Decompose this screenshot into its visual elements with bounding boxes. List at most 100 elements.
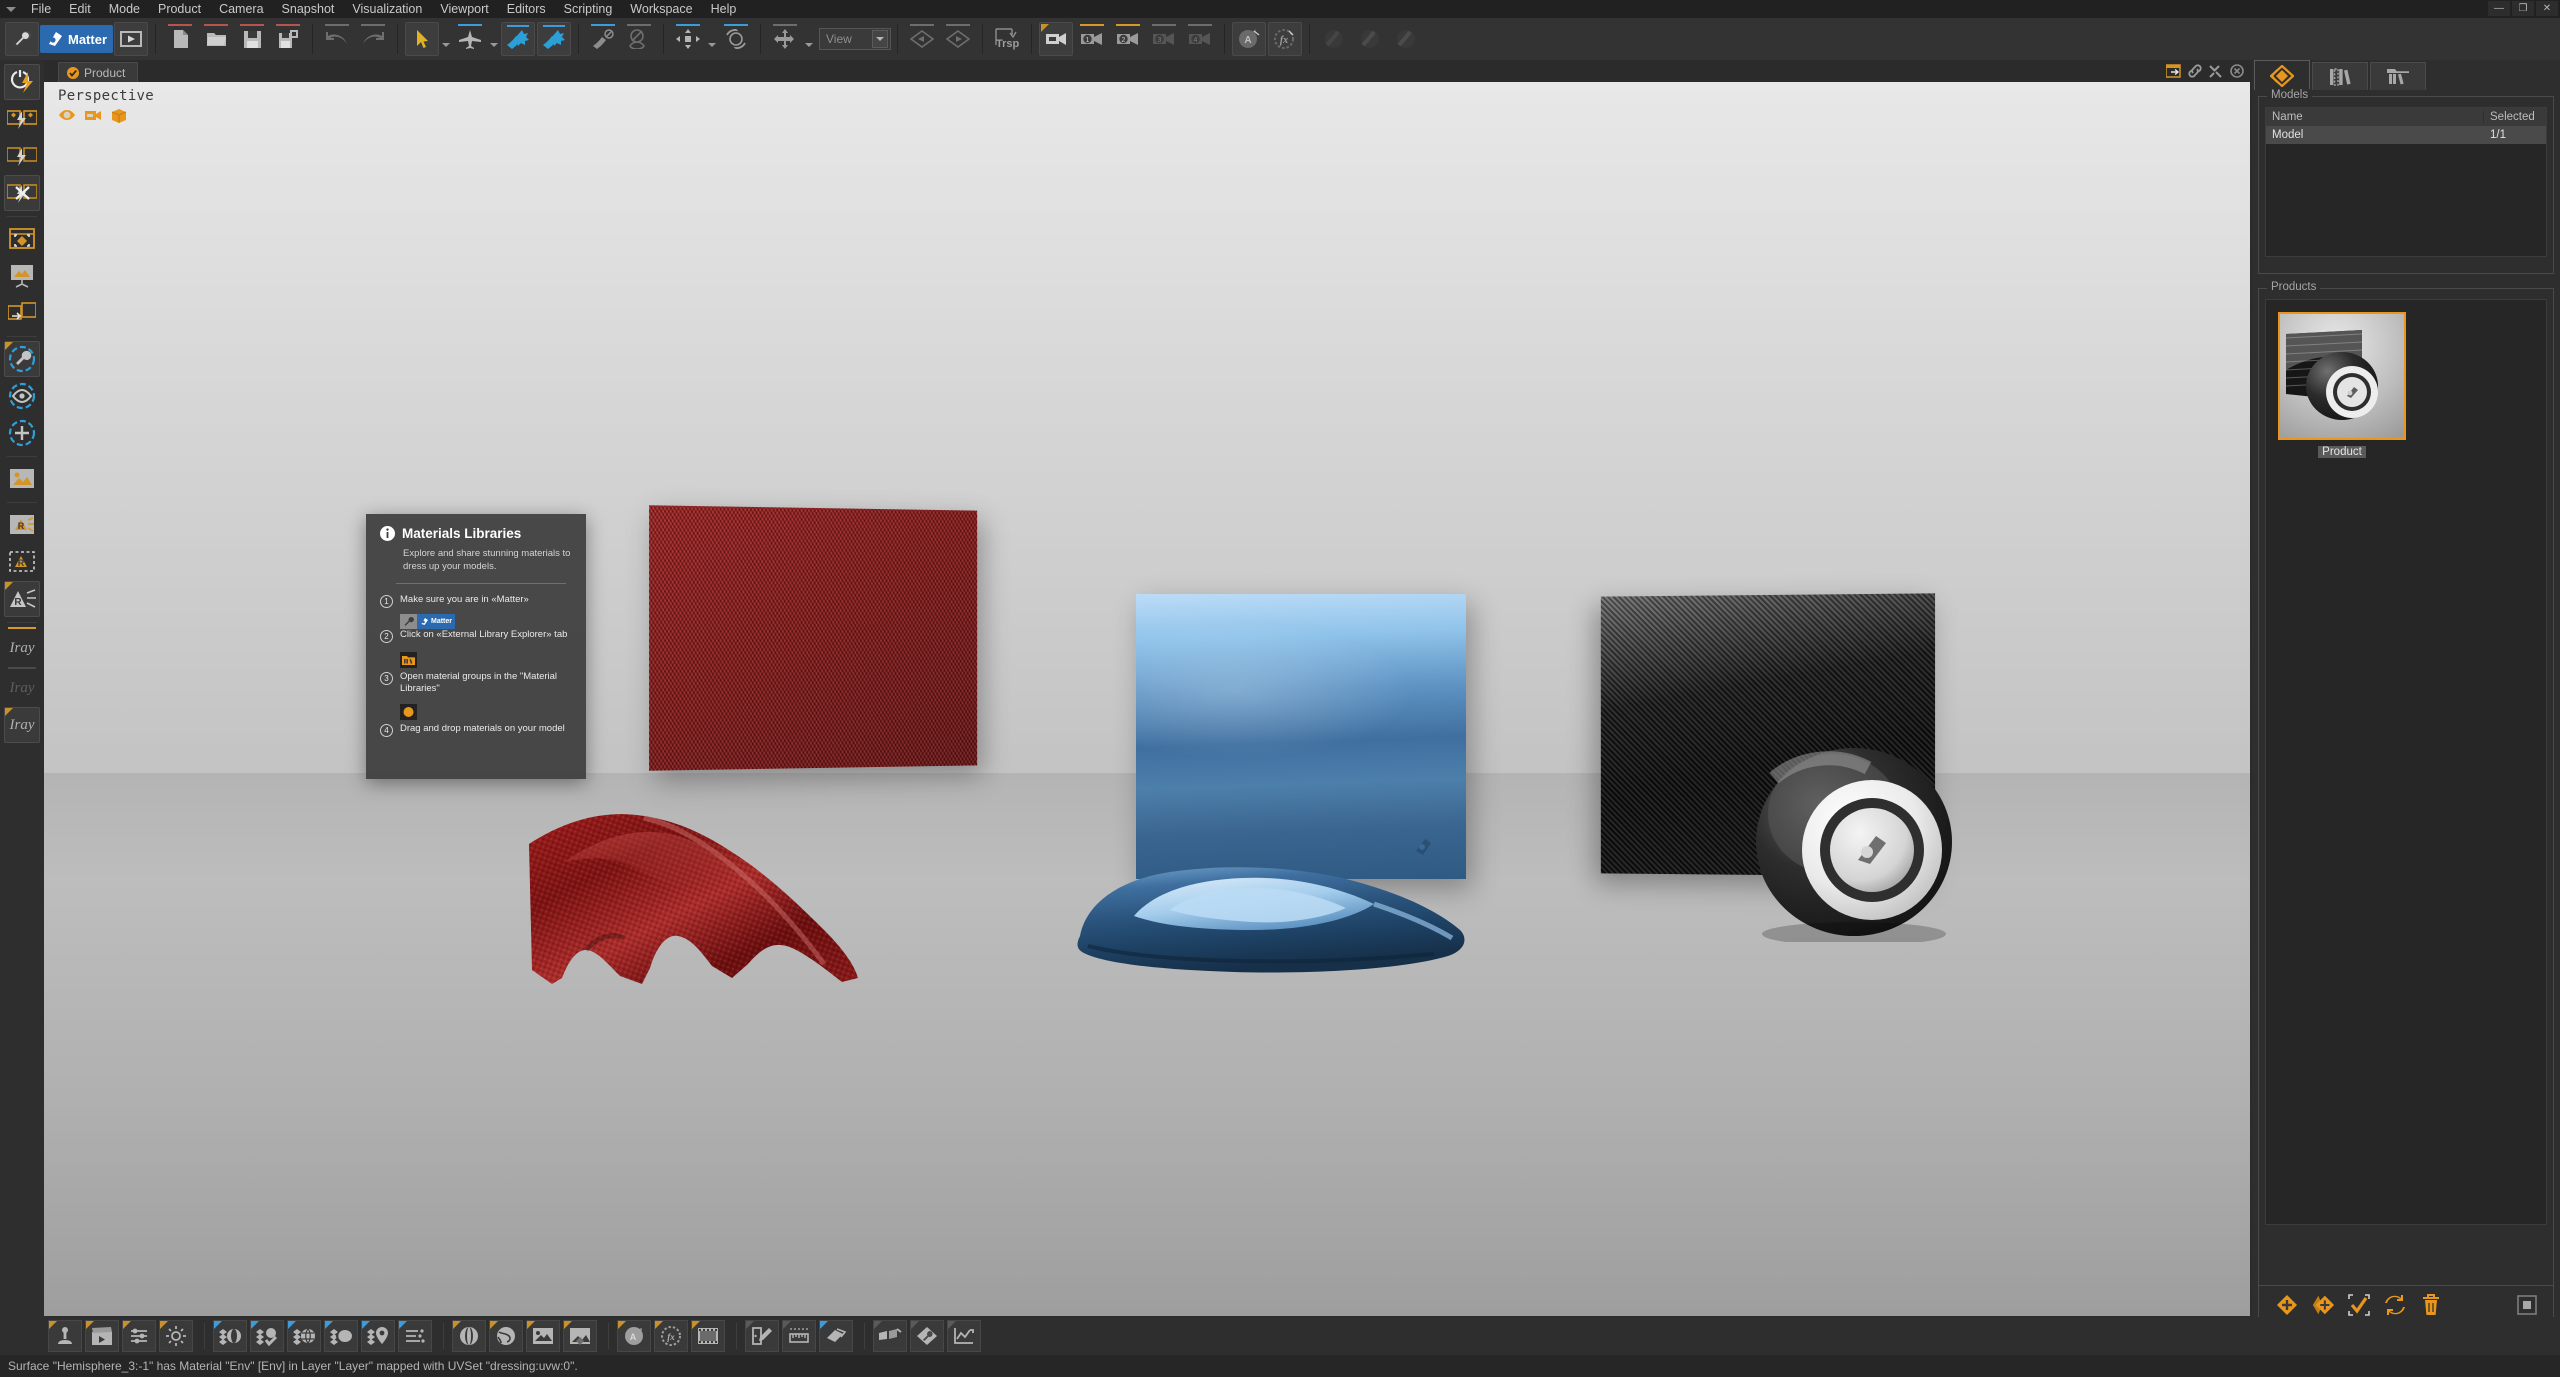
undo-button[interactable] xyxy=(320,22,354,56)
restore-button[interactable]: ❐ xyxy=(2512,1,2534,16)
menu-item-visualization[interactable]: Visualization xyxy=(343,0,431,18)
animation-button[interactable] xyxy=(85,1320,119,1352)
graph-button[interactable] xyxy=(947,1320,981,1352)
sphere-wheel-object[interactable] xyxy=(1734,742,1984,942)
render-image-button[interactable]: R xyxy=(4,507,40,543)
settings-wrench-button[interactable] xyxy=(5,22,39,56)
diamond-next-button[interactable] xyxy=(941,22,975,56)
pan-view-button[interactable] xyxy=(768,22,802,56)
menu-item-mode[interactable]: Mode xyxy=(100,0,149,18)
layers-sphere-button[interactable] xyxy=(213,1320,247,1352)
move-dropdown[interactable] xyxy=(706,22,718,56)
layers-check-button[interactable] xyxy=(250,1320,284,1352)
pan-dropdown[interactable] xyxy=(803,22,815,56)
apply-material-alt-button[interactable]: ♪ xyxy=(537,22,571,56)
image-button[interactable] xyxy=(4,461,40,497)
render-quality-button[interactable]: R xyxy=(4,581,40,617)
environment-globe-button[interactable] xyxy=(489,1320,523,1352)
measure-ruler-button[interactable] xyxy=(782,1320,816,1352)
close-button[interactable]: ✕ xyxy=(2536,1,2558,16)
iray-settings-button[interactable]: Iray xyxy=(4,707,40,743)
select-tool-dropdown[interactable] xyxy=(440,22,452,56)
camera-1-button[interactable]: 1 xyxy=(1075,22,1109,56)
brush-disabled-1-button[interactable] xyxy=(1317,22,1351,56)
matter-mode-button[interactable]: Matter xyxy=(40,25,113,53)
menu-item-editors[interactable]: Editors xyxy=(498,0,555,18)
settings-sliders-button[interactable] xyxy=(122,1320,156,1352)
annotation-pen-button[interactable] xyxy=(745,1320,779,1352)
tab-library-explorer[interactable] xyxy=(2312,62,2368,90)
table-row[interactable]: Model 1/1 xyxy=(2266,126,2546,144)
unfold-button[interactable] xyxy=(819,1320,853,1352)
menu-item-viewport[interactable]: Viewport xyxy=(431,0,497,18)
filmstrip-button[interactable] xyxy=(691,1320,725,1352)
viewport-settings-icon[interactable] xyxy=(2207,62,2225,80)
play-button[interactable] xyxy=(114,22,148,56)
pick-material-button[interactable] xyxy=(586,22,620,56)
move-gizmo-button[interactable] xyxy=(671,22,705,56)
save-button[interactable] xyxy=(235,22,269,56)
presentation-button[interactable] xyxy=(4,258,40,294)
export-view-button[interactable] xyxy=(4,295,40,331)
view-combo[interactable]: View xyxy=(819,28,891,50)
close-viewport-icon[interactable] xyxy=(2228,62,2246,80)
save-as-button[interactable] xyxy=(271,22,305,56)
visibility-button[interactable] xyxy=(4,378,40,414)
menu-item-camera[interactable]: Camera xyxy=(210,0,272,18)
layers-pin-button[interactable] xyxy=(361,1320,395,1352)
product-thumbnail[interactable] xyxy=(2278,312,2406,440)
blue-car-form[interactable] xyxy=(1074,850,1474,975)
stop-button[interactable] xyxy=(2515,1293,2539,1317)
red-leather-swatch-plane[interactable] xyxy=(649,505,977,770)
fly-navigation-button[interactable] xyxy=(453,22,487,56)
transparency-button[interactable]: Trsp xyxy=(990,22,1024,56)
products-list[interactable]: Product xyxy=(2265,299,2547,1225)
environment-sphere-button[interactable] xyxy=(452,1320,486,1352)
iray-pause-button[interactable]: Iray xyxy=(4,670,40,706)
effects-fx-button[interactable]: fx xyxy=(654,1320,688,1352)
duplicate-product-button[interactable] xyxy=(2311,1293,2335,1317)
link-icon[interactable] xyxy=(2186,62,2204,80)
add-element-button[interactable] xyxy=(4,415,40,451)
render-window-active-button[interactable] xyxy=(4,101,40,137)
add-product-button[interactable] xyxy=(2275,1293,2299,1317)
viewport-3d[interactable]: Perspective xyxy=(44,82,2250,1316)
layers-shape-button[interactable] xyxy=(324,1320,358,1352)
render-stop-button[interactable] xyxy=(4,175,40,211)
menu-item-help[interactable]: Help xyxy=(702,0,746,18)
camera-3-button[interactable]: 3 xyxy=(1147,22,1181,56)
manipulator-button[interactable] xyxy=(48,1320,82,1352)
brush-disabled-3-button[interactable] xyxy=(1389,22,1423,56)
render-region-button[interactable]: R xyxy=(4,544,40,580)
detach-viewport-icon[interactable] xyxy=(2165,62,2183,80)
image-composite-button[interactable] xyxy=(563,1320,597,1352)
layers-environment-button[interactable] xyxy=(287,1320,321,1352)
menu-item-file[interactable]: File xyxy=(22,0,60,18)
diamond-prev-button[interactable] xyxy=(905,22,939,56)
new-file-button[interactable] xyxy=(163,22,197,56)
minimize-button[interactable]: — xyxy=(2488,1,2510,16)
render-power-button[interactable] xyxy=(4,64,40,100)
apply-material-button[interactable] xyxy=(501,22,535,56)
brush-disabled-2-button[interactable] xyxy=(1353,22,1387,56)
tab-external-library-explorer[interactable] xyxy=(2370,62,2426,90)
select-cursor-button[interactable] xyxy=(405,22,439,56)
viewport-tab-product[interactable]: Product xyxy=(58,62,138,82)
red-draped-cloth[interactable] xyxy=(524,772,884,987)
tool-settings-button[interactable] xyxy=(4,341,40,377)
eye-icon[interactable] xyxy=(58,108,76,124)
menu-item-snapshot[interactable]: Snapshot xyxy=(273,0,344,18)
camera-4-button[interactable]: 4 xyxy=(1183,22,1217,56)
materials-libraries-tip-overlay[interactable]: Materials Libraries Explore and share st… xyxy=(366,514,586,779)
menu-item-workspace[interactable]: Workspace xyxy=(621,0,701,18)
wrench-diamond-button[interactable] xyxy=(910,1320,944,1352)
stereo-glasses-button[interactable] xyxy=(873,1320,907,1352)
lighting-button[interactable] xyxy=(159,1320,193,1352)
models-list[interactable]: Name Selected Model 1/1 xyxy=(2265,107,2547,257)
iray-start-button[interactable]: Iray xyxy=(4,630,40,666)
rotate-environment-button[interactable] xyxy=(719,22,753,56)
center-view-button[interactable] xyxy=(4,221,40,257)
menu-item-scripting[interactable]: Scripting xyxy=(555,0,622,18)
render-window-button[interactable] xyxy=(4,138,40,174)
antialias-button[interactable]: A xyxy=(1232,22,1266,56)
